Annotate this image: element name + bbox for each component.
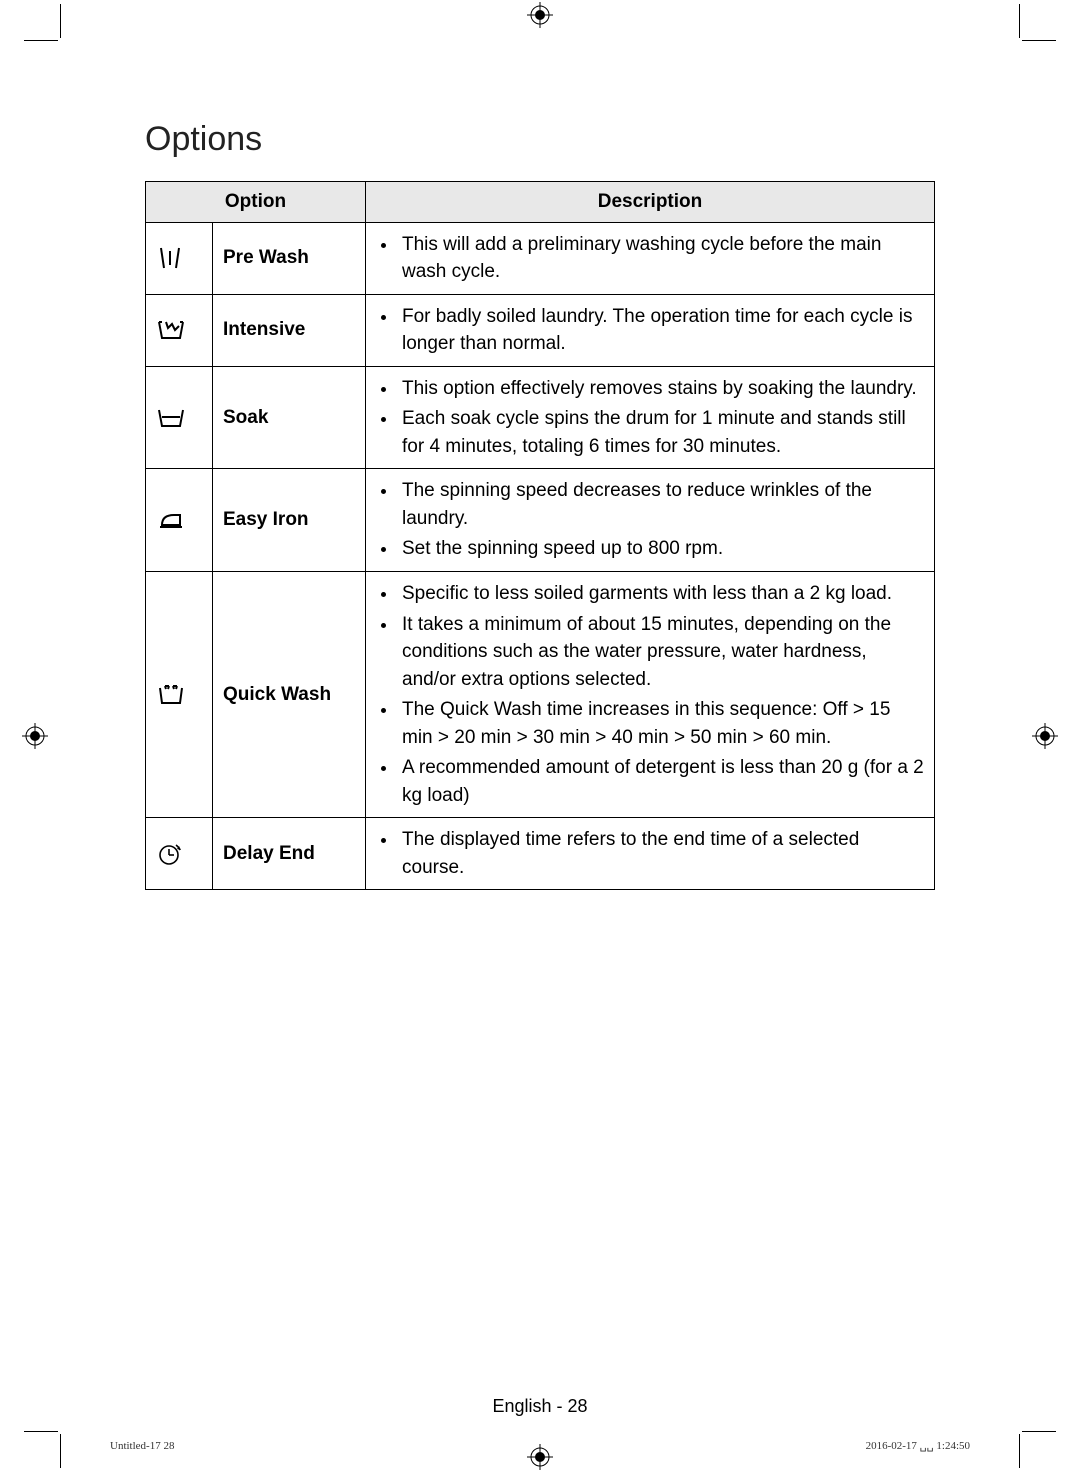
table-row: Quick Wash Specific to less soiled garme… (146, 572, 935, 818)
table-row: Delay End The displayed time refers to t… (146, 818, 935, 890)
option-description: Specific to less soiled garments with le… (366, 572, 935, 818)
soak-icon (156, 407, 186, 428)
option-bullet: This option effectively removes stains b… (398, 375, 924, 403)
page-footer-right: 2016-02-17 ␣␣ 1:24:50 (866, 1439, 970, 1452)
page-footer-left: Untitled-17 28 (110, 1440, 174, 1452)
table-row: Pre Wash This will add a preliminary was… (146, 222, 935, 294)
page-content: Options Option Description (0, 0, 1080, 890)
page-footer-center: English - 28 (0, 1396, 1080, 1417)
option-description: For badly soiled laundry. The operation … (366, 294, 935, 366)
option-bullet: Specific to less soiled garments with le… (398, 580, 924, 608)
table-header-option: Option (146, 182, 366, 223)
option-name: Intensive (213, 294, 366, 366)
option-description: This option effectively removes stains b… (366, 366, 935, 469)
option-bullet: It takes a minimum of about 15 minutes, … (398, 611, 924, 694)
delay-end-icon (156, 843, 182, 864)
option-bullet: A recommended amount of detergent is les… (398, 754, 924, 809)
registration-mark-icon (527, 2, 553, 28)
table-row: Intensive For badly soiled laundry. The … (146, 294, 935, 366)
option-name: Quick Wash (213, 572, 366, 818)
option-icon-cell (146, 469, 213, 572)
easy-iron-icon (156, 509, 186, 530)
registration-mark-icon (527, 1444, 553, 1470)
table-row: Soak This option effectively removes sta… (146, 366, 935, 469)
quick-wash-icon (156, 684, 186, 705)
registration-mark-icon (22, 723, 48, 749)
option-icon-cell (146, 294, 213, 366)
option-name: Easy Iron (213, 469, 366, 572)
option-bullet: The displayed time refers to the end tim… (398, 826, 924, 881)
option-icon-cell (146, 818, 213, 890)
option-bullet: Each soak cycle spins the drum for 1 min… (398, 405, 924, 460)
table-row: Easy Iron The spinning speed decreases t… (146, 469, 935, 572)
option-description: The displayed time refers to the end tim… (366, 818, 935, 890)
section-title: Options (145, 120, 935, 159)
table-header-description: Description (366, 182, 935, 223)
option-name: Soak (213, 366, 366, 469)
option-icon-cell (146, 366, 213, 469)
option-bullet: The Quick Wash time increases in this se… (398, 696, 924, 751)
option-bullet: Set the spinning speed up to 800 rpm. (398, 535, 924, 563)
option-bullet: The spinning speed decreases to reduce w… (398, 477, 924, 532)
registration-mark-icon (1032, 723, 1058, 749)
option-bullet: For badly soiled laundry. The operation … (398, 303, 924, 358)
option-icon-cell (146, 572, 213, 818)
option-name: Delay End (213, 818, 366, 890)
prewash-icon (156, 247, 184, 268)
intensive-icon (156, 319, 186, 340)
option-description: This will add a preliminary washing cycl… (366, 222, 935, 294)
option-bullet: This will add a preliminary washing cycl… (398, 231, 924, 286)
options-table: Option Description Pre Wash (145, 181, 935, 890)
option-name: Pre Wash (213, 222, 366, 294)
option-description: The spinning speed decreases to reduce w… (366, 469, 935, 572)
option-icon-cell (146, 222, 213, 294)
